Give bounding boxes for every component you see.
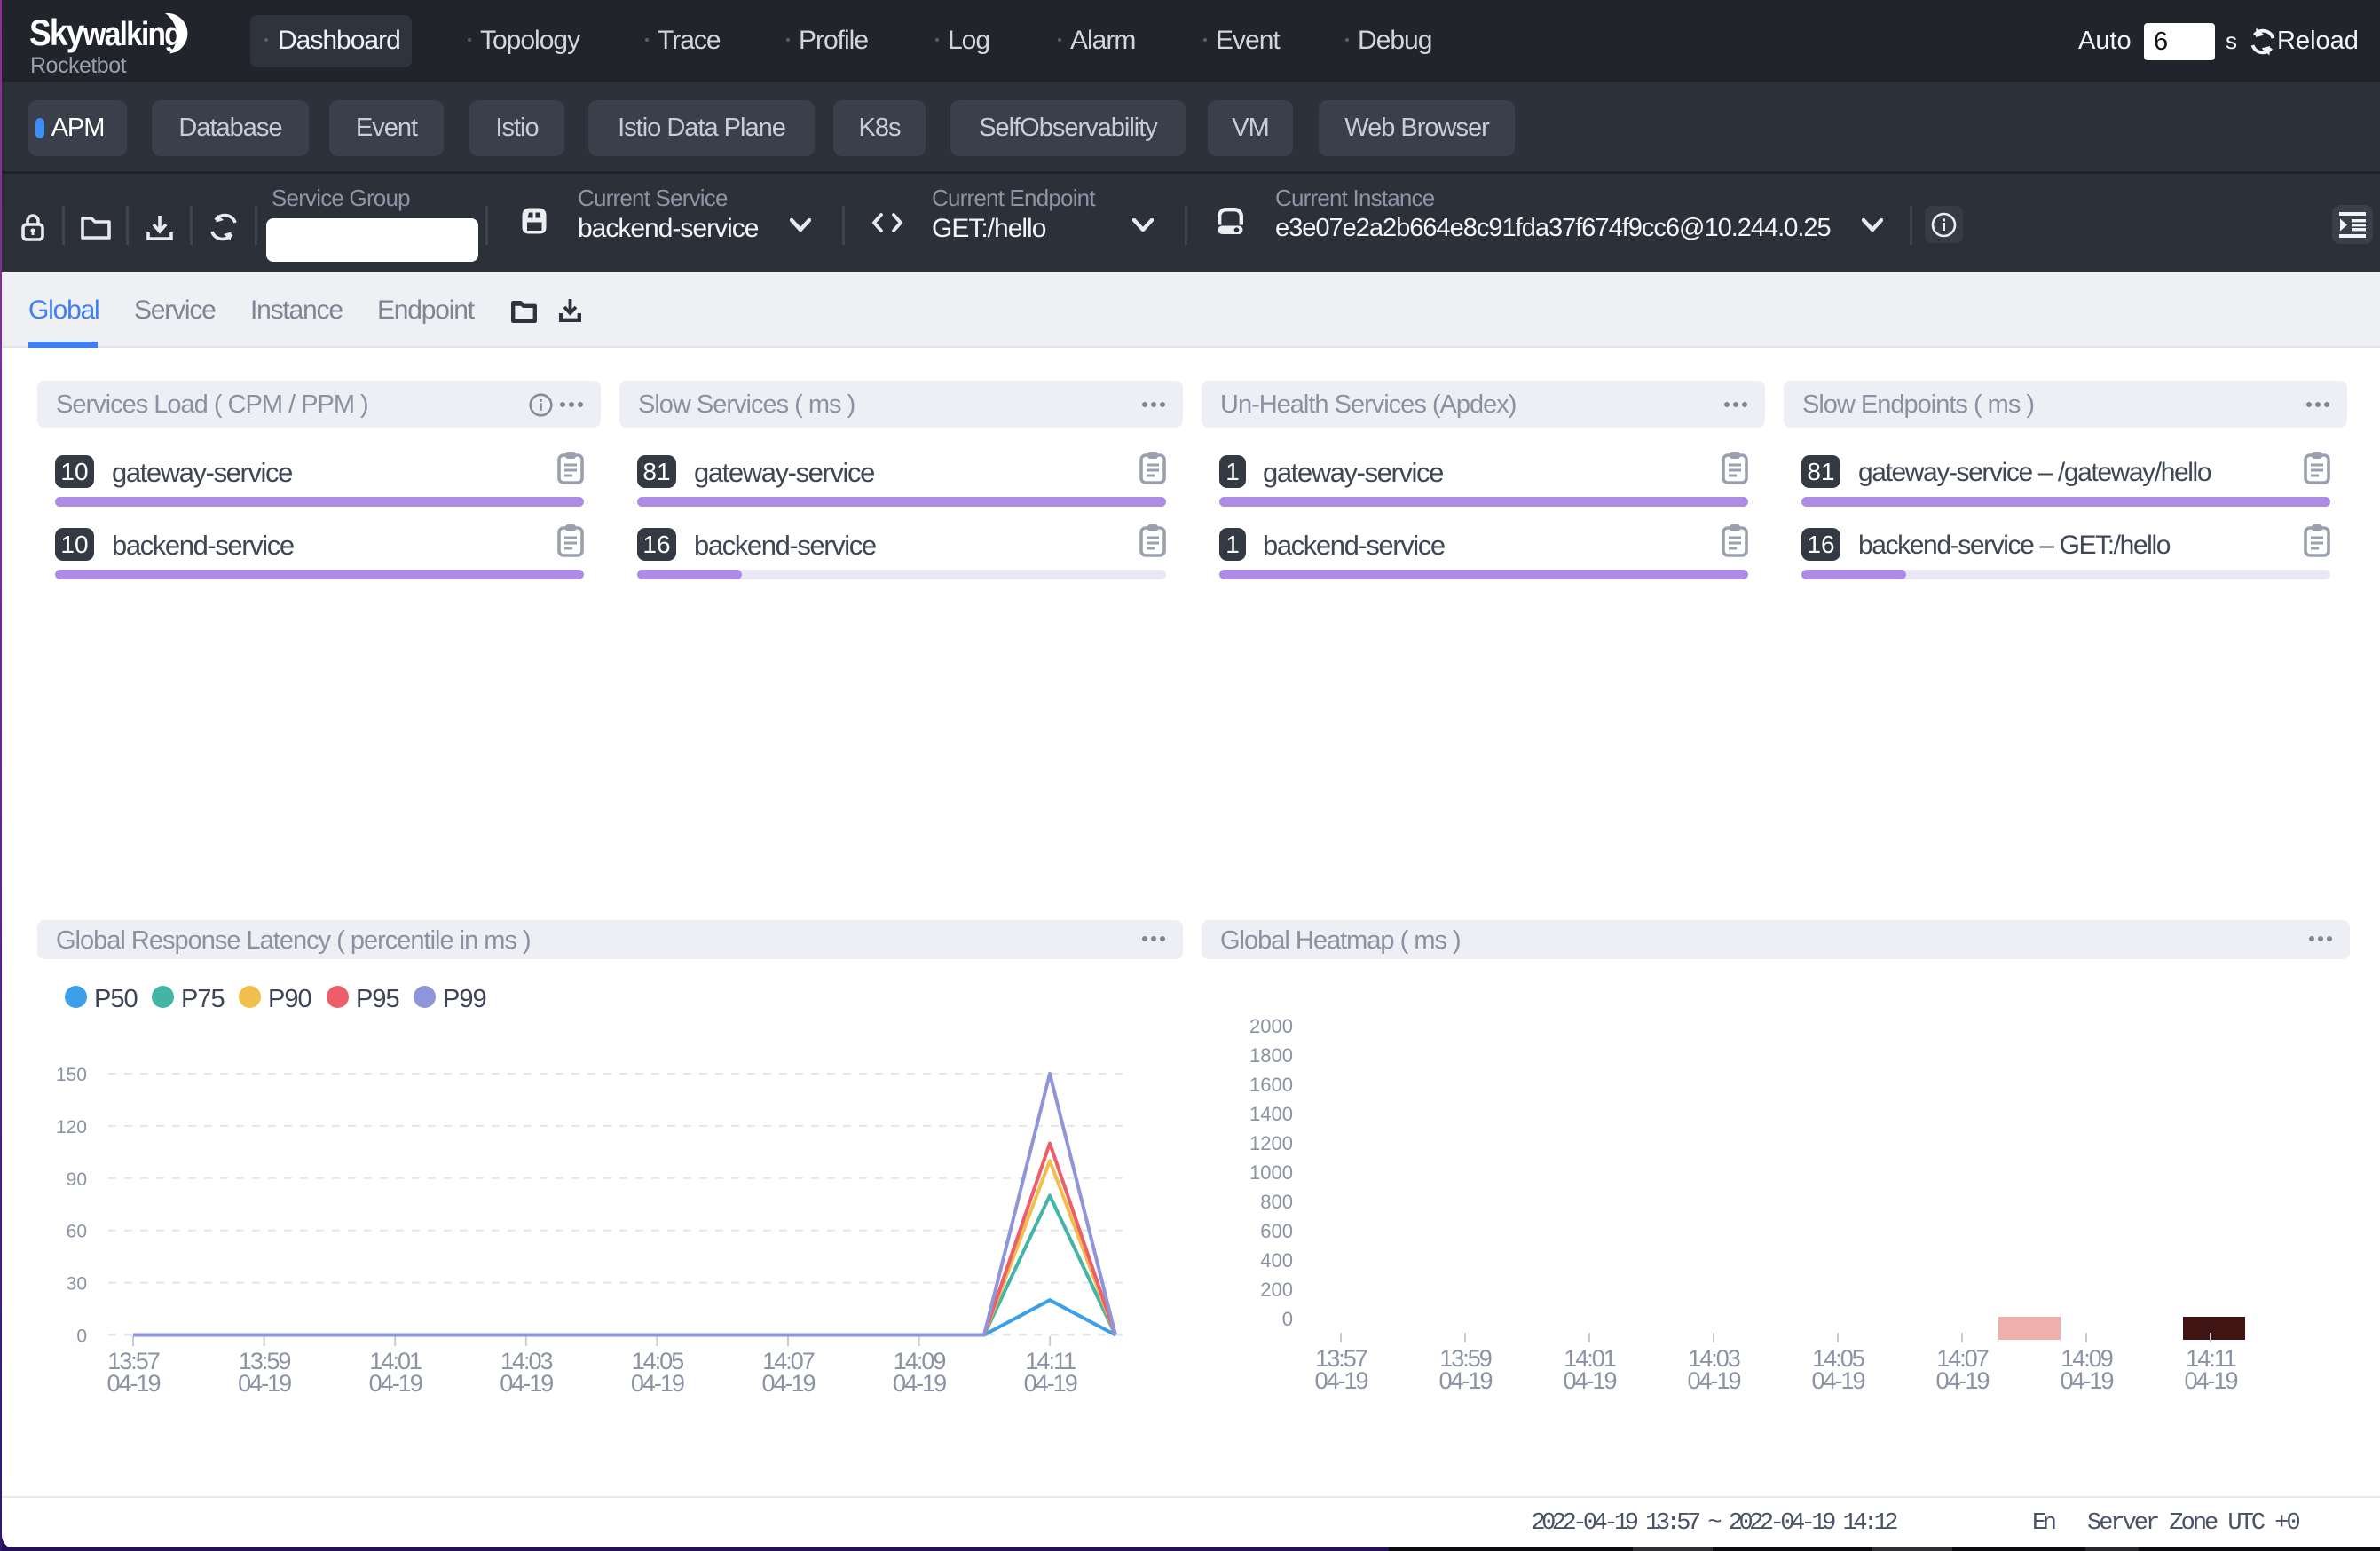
- svg-text:150: 150: [56, 1065, 87, 1085]
- svg-text:90: 90: [67, 1169, 87, 1190]
- svg-text:04-19: 04-19: [2184, 1367, 2237, 1394]
- svg-text:04-19: 04-19: [1314, 1367, 1367, 1394]
- svg-text:1600: 1600: [1249, 1074, 1293, 1096]
- svg-text:04-19: 04-19: [1687, 1367, 1740, 1394]
- svg-text:60: 60: [67, 1222, 87, 1242]
- svg-text:04-19: 04-19: [1438, 1367, 1492, 1394]
- svg-text:04-19: 04-19: [2060, 1367, 2113, 1394]
- svg-text:04-19: 04-19: [369, 1370, 422, 1397]
- svg-text:1200: 1200: [1249, 1132, 1293, 1154]
- svg-text:1000: 1000: [1249, 1161, 1293, 1184]
- svg-text:04-19: 04-19: [1811, 1367, 1864, 1394]
- svg-text:04-19: 04-19: [106, 1370, 160, 1397]
- svg-text:2000: 2000: [1249, 1015, 1293, 1037]
- svg-text:04-19: 04-19: [238, 1370, 291, 1397]
- svg-text:30: 30: [67, 1274, 87, 1295]
- svg-text:200: 200: [1260, 1279, 1293, 1301]
- svg-text:04-19: 04-19: [1935, 1367, 1989, 1394]
- svg-text:0: 0: [1282, 1308, 1293, 1330]
- svg-text:04-19: 04-19: [500, 1370, 553, 1397]
- svg-text:0: 0: [76, 1327, 87, 1347]
- svg-text:400: 400: [1260, 1249, 1293, 1272]
- svg-text:1400: 1400: [1249, 1103, 1293, 1125]
- svg-text:600: 600: [1260, 1220, 1293, 1242]
- svg-text:04-19: 04-19: [761, 1370, 815, 1397]
- svg-text:04-19: 04-19: [1024, 1370, 1077, 1397]
- svg-text:120: 120: [56, 1117, 87, 1138]
- svg-text:04-19: 04-19: [631, 1370, 684, 1397]
- svg-text:04-19: 04-19: [893, 1370, 946, 1397]
- svg-text:1800: 1800: [1249, 1044, 1293, 1067]
- svg-text:04-19: 04-19: [1563, 1367, 1616, 1394]
- svg-text:800: 800: [1260, 1191, 1293, 1213]
